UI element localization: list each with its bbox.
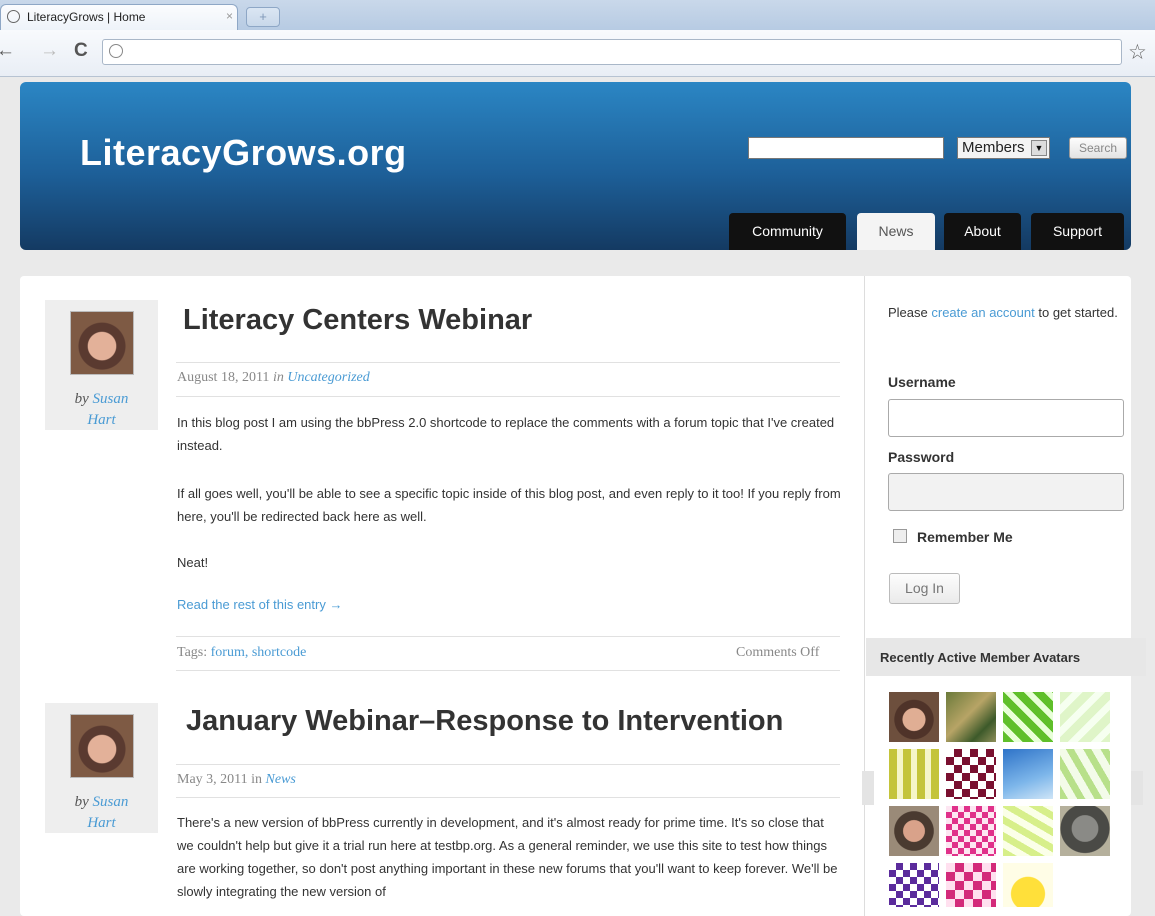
widget-title: Recently Active Member Avatars — [880, 650, 1081, 665]
member-avatar[interactable] — [1060, 806, 1110, 856]
author-link[interactable]: Susan — [93, 794, 129, 810]
author-box: by Susan Hart — [45, 703, 158, 833]
divider — [176, 670, 840, 671]
member-avatar[interactable] — [946, 806, 996, 856]
browser-toolbar: ← → C ☆ — [0, 30, 1155, 77]
remember-me-label[interactable]: Remember Me — [917, 529, 1013, 545]
avatar[interactable] — [70, 311, 134, 375]
author-box: by Susan Hart — [45, 300, 158, 430]
address-bar[interactable] — [102, 39, 1122, 65]
search-input[interactable] — [748, 137, 944, 159]
close-icon[interactable]: × — [226, 9, 233, 23]
divider — [176, 797, 840, 798]
divider — [176, 362, 840, 363]
forward-icon[interactable]: → — [40, 41, 59, 61]
author-link[interactable]: Hart — [87, 815, 115, 831]
site-header: LiteracyGrows.org Members ▼ Search Commu… — [20, 82, 1131, 250]
login-button[interactable]: Log In — [889, 573, 960, 604]
site-title[interactable]: LiteracyGrows.org — [80, 132, 407, 174]
signup-prompt: Please create an account to get started. — [888, 305, 1118, 320]
post-paragraph: In this blog post I am using the bbPress… — [177, 415, 835, 453]
category-link[interactable]: News — [266, 772, 296, 787]
member-avatar[interactable] — [946, 692, 996, 742]
author-byline-2: Hart — [45, 813, 158, 834]
tab-news[interactable]: News — [857, 213, 935, 250]
new-tab-button[interactable]: + — [246, 7, 280, 27]
author-link[interactable]: Hart — [87, 412, 115, 428]
divider — [176, 636, 840, 637]
read-more-link[interactable]: Read the rest of this entry → — [177, 597, 342, 612]
member-avatar[interactable] — [1003, 749, 1053, 799]
member-avatar[interactable] — [889, 692, 939, 742]
username-label: Username — [888, 374, 956, 390]
post-title[interactable]: Literacy Centers Webinar — [183, 304, 532, 337]
back-icon[interactable]: ← — [0, 41, 15, 61]
password-field[interactable] — [888, 473, 1124, 511]
member-avatar[interactable] — [1003, 806, 1053, 856]
scroll-bump — [1131, 771, 1143, 805]
browser-tabstrip: LiteracyGrows | Home × + — [0, 0, 1155, 30]
globe-icon — [7, 10, 20, 23]
remember-me-checkbox[interactable] — [893, 529, 907, 543]
search-scope-select[interactable]: Members ▼ — [957, 137, 1050, 159]
member-avatar[interactable] — [1060, 749, 1110, 799]
bookmark-star-icon[interactable]: ☆ — [1128, 40, 1147, 65]
browser-tab[interactable]: LiteracyGrows | Home × — [0, 4, 238, 30]
password-label: Password — [888, 449, 955, 465]
tab-title: LiteracyGrows | Home — [27, 10, 146, 24]
avatar[interactable] — [70, 714, 134, 778]
member-avatar[interactable] — [1003, 692, 1053, 742]
post-paragraph: There's a new version of bbPress current… — [177, 815, 838, 899]
tab-support[interactable]: Support — [1031, 213, 1124, 250]
divider — [176, 764, 840, 765]
post-title[interactable]: January Webinar–Response to Intervention — [186, 705, 783, 738]
reload-icon[interactable]: C — [74, 41, 88, 61]
username-field[interactable] — [888, 399, 1124, 437]
author-link[interactable]: Susan — [93, 391, 129, 407]
post-meta: May 3, 2011 in News — [177, 772, 296, 787]
author-byline: by Susan — [74, 794, 129, 810]
member-avatar[interactable] — [889, 749, 939, 799]
sidebar-divider — [864, 276, 865, 916]
member-avatar[interactable] — [1060, 692, 1110, 742]
member-avatar[interactable] — [889, 806, 939, 856]
post-paragraph: Neat! — [177, 555, 209, 570]
post-tags: Tags: forum, shortcode — [177, 645, 307, 660]
create-account-link[interactable]: create an account — [931, 305, 1034, 320]
tab-community[interactable]: Community — [729, 213, 846, 250]
post-paragraph: If all goes well, you'll be able to see … — [177, 486, 841, 524]
member-avatar[interactable] — [946, 749, 996, 799]
member-avatar[interactable] — [1003, 863, 1053, 907]
post-date: August 18, 2011 — [177, 370, 270, 385]
comments-status: Comments Off — [736, 645, 820, 660]
scroll-bump — [862, 771, 874, 805]
search-scope-value: Members — [962, 139, 1025, 156]
author-byline: by Susan — [74, 391, 129, 407]
author-byline-2: Hart — [45, 410, 158, 431]
chevron-down-icon: ▼ — [1031, 140, 1047, 156]
post-meta: August 18, 2011 in Uncategorized — [177, 370, 370, 385]
divider — [176, 396, 840, 397]
page-info-icon[interactable] — [109, 44, 123, 58]
tag-links[interactable]: forum, shortcode — [211, 645, 307, 660]
member-avatar[interactable] — [946, 863, 996, 907]
category-link[interactable]: Uncategorized — [287, 370, 369, 385]
member-avatar[interactable] — [889, 863, 939, 907]
search-button[interactable]: Search — [1069, 137, 1127, 159]
post-date: May 3, 2011 — [177, 772, 248, 787]
tab-about[interactable]: About — [944, 213, 1021, 250]
